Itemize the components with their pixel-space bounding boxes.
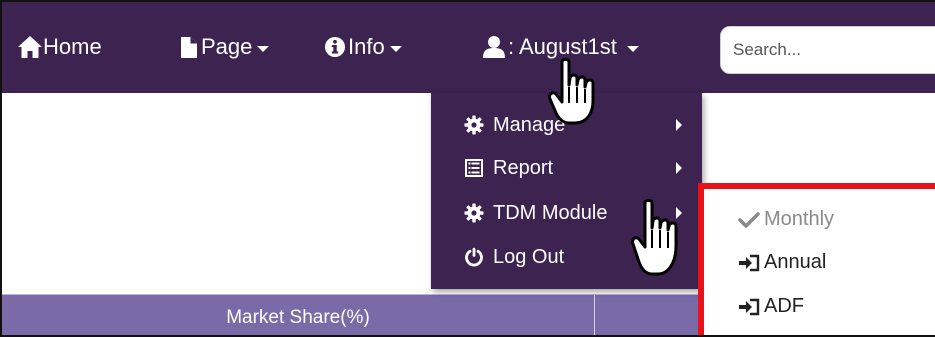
sign-in-icon [738, 298, 760, 316]
gear-icon [464, 115, 484, 135]
nav-home-label: Home [43, 34, 102, 59]
tdm-module-submenu: Monthly Annual ADF [698, 183, 935, 335]
nav-page-label: Page [201, 34, 253, 59]
gear-icon [464, 203, 484, 223]
hand-pointer-icon [630, 198, 688, 285]
file-icon [180, 36, 198, 59]
nav-info-label: Info [348, 34, 385, 59]
menu-item-log-out-label: Log Out [493, 245, 565, 268]
submenu-item-adf-label: ADF [764, 295, 804, 317]
chevron-down-icon [626, 46, 639, 52]
submenu-item-annual-label: Annual [764, 251, 827, 273]
chevron-down-icon [389, 46, 402, 52]
top-navbar: Home Page Info : August1st [2, 2, 935, 93]
power-icon [464, 247, 484, 267]
check-icon [738, 211, 760, 229]
nav-page-dropdown[interactable]: Page [180, 29, 270, 65]
chevron-down-icon [257, 46, 270, 52]
chevron-right-icon [676, 119, 682, 131]
search-input[interactable] [720, 26, 935, 74]
hand-pointer-icon [547, 57, 605, 134]
submenu-item-annual[interactable]: Annual [738, 251, 826, 274]
submenu-item-adf[interactable]: ADF [738, 295, 804, 318]
menu-item-report-label: Report [493, 156, 554, 179]
home-icon [17, 35, 43, 59]
app-frame: Home Page Info : August1st Market Sha [0, 0, 935, 337]
user-icon [482, 35, 506, 59]
submenu-item-monthly-label: Monthly [764, 208, 835, 230]
column-header-market-share: Market Share(%) [2, 295, 595, 335]
chevron-right-icon [676, 162, 682, 174]
info-circle-icon [324, 36, 346, 58]
menu-item-tdm-module-label: TDM Module [493, 201, 608, 224]
submenu-item-monthly[interactable]: Monthly [738, 208, 834, 231]
nav-home-link[interactable]: Home [17, 29, 102, 65]
nav-info-dropdown[interactable]: Info [324, 29, 402, 65]
menu-item-report[interactable]: Report [431, 145, 702, 191]
list-alt-icon [464, 158, 484, 178]
sign-in-icon [738, 254, 760, 272]
